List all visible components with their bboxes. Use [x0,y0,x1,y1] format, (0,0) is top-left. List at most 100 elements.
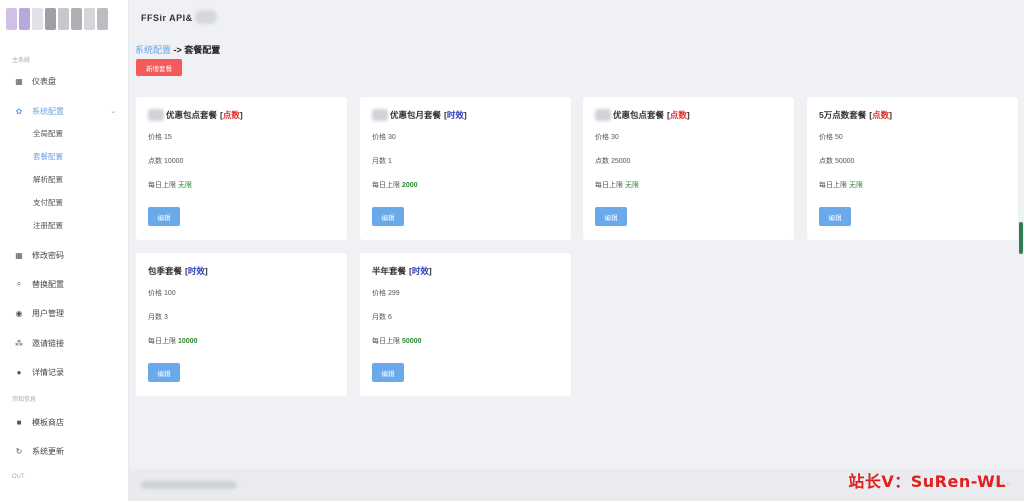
logo [6,8,108,30]
attribute-value: 30 [610,134,619,141]
package-name: 5万点数套餐 [819,110,867,120]
attribute-value: 10000 [163,158,184,165]
package-card-title: 优惠包月套餐[ 时效 ] [372,109,467,121]
bracket-close: ] [686,110,690,120]
package-card-title: 优惠包点套餐[ 点数 ] [595,109,690,121]
sidebar-item-label: 模板商店 [32,417,64,427]
attribute-label: 点数 [595,158,609,165]
redacted-prefix [372,109,388,121]
attribute-value: 无限 [177,182,192,189]
package-card: 包季套餐[ 时效 ] 价格 100 月数 3 每日上限 10000 编辑 [136,253,347,396]
attribute-value: 100 [163,290,176,297]
sidebar-subitem-package-config[interactable]: 套餐配置 [33,149,63,163]
attribute-value: 6 [387,314,392,321]
scrollbar-thumb[interactable] [1019,222,1023,254]
sidebar-subitem-register-config[interactable]: 注册配置 [33,218,63,232]
attribute-value: 10000 [177,338,198,345]
sidebar-item-invite-link[interactable]: ⁂ 邀请链接 [0,334,128,352]
breadcrumb: 系统配置 -> 套餐配置 [135,43,220,56]
package-name: 包季套餐 [148,266,183,276]
redacted-footer-text [141,481,237,489]
attribute-label: 点数 [819,158,833,165]
attribute-value: 50000 [401,338,422,345]
user-icon: ◉ [15,308,23,318]
package-attribute-row: 点数 10000 [148,156,183,166]
package-card: 5万点数套餐[ 点数 ] 价格 50 点数 50000 每日上限 无限 编辑 [807,97,1018,240]
package-attribute-row: 价格 15 [148,132,172,142]
grid-icon: ▦ [15,250,23,260]
topbar: FFSir API& [129,0,1024,36]
attribute-value: 15 [163,134,172,141]
attribute-label: 月数 [372,314,386,321]
gear-icon: ✿ [15,106,23,116]
bag-icon: ■ [16,417,22,427]
sidebar-subitem-parse-config[interactable]: 解析配置 [33,172,63,186]
sidebar-item-detail-records[interactable]: ● 详情记录 [0,363,128,381]
package-attribute-row: 每日上限 无限 [595,180,639,190]
sidebar-item-system-config[interactable]: ✿ 系统配置 ⌄ [0,102,128,120]
edit-package-button[interactable]: 编辑 [372,207,404,226]
sidebar: 主系统 ▦ 仪表盘 ✿ 系统配置 ⌄ 全局配置 套餐配置 解析配置 支付配置 注… [0,0,129,501]
package-attribute-row: 价格 30 [595,132,619,142]
attribute-label: 每日上限 [595,182,623,189]
edit-package-button[interactable]: 编辑 [372,363,404,382]
sidebar-item-change-password[interactable]: ▦ 修改密码 [0,246,128,264]
attribute-label: 价格 [372,134,386,141]
sidebar-item-label: 详情记录 [32,367,64,377]
dashboard-icon: ▦ [15,76,23,86]
sidebar-subitem-global-config[interactable]: 全局配置 [33,126,63,140]
sidebar-item-label: 邀请链接 [32,338,64,348]
attribute-value: 30 [387,134,396,141]
package-name: 优惠包月套餐 [390,110,442,120]
logo-tile [58,8,69,30]
attribute-label: 每日上限 [372,182,400,189]
attribute-value: 25000 [610,158,631,165]
bracket-close: ] [463,110,467,120]
package-attribute-row: 点数 50000 [819,156,854,166]
sidebar-item-dashboard[interactable]: ▦ 仪表盘 [0,72,128,90]
sidebar-item-replace-config[interactable]: ⌕ 替换配置 [0,275,128,293]
package-attribute-row: 月数 3 [148,312,168,322]
logo-tile [84,8,95,30]
attribute-value: 无限 [624,182,639,189]
dot-icon: ● [16,367,22,377]
package-attribute-row: 价格 50 [819,132,843,142]
attribute-label: 月数 [148,314,162,321]
package-attribute-row: 点数 25000 [595,156,630,166]
package-name: 半年套餐 [372,266,407,276]
edit-package-button[interactable]: 编辑 [595,207,627,226]
edit-package-button[interactable]: 编辑 [148,207,180,226]
package-attribute-row: 月数 6 [372,312,392,322]
attribute-value: 50000 [834,158,855,165]
bracket-close: ] [239,110,243,120]
sidebar-subitem-payment-config[interactable]: 支付配置 [33,195,63,209]
package-name: 优惠包点套餐 [613,110,665,120]
sidebar-item-label: 仪表盘 [32,76,56,86]
edit-package-button[interactable]: 编辑 [148,363,180,382]
attribute-label: 点数 [148,158,162,165]
breadcrumb-link[interactable]: 系统配置 [135,45,171,55]
redacted-prefix [595,109,611,121]
logo-tile [19,8,30,30]
attribute-value: 无限 [848,182,863,189]
redacted-title-fragment [195,10,217,24]
logo-tile [45,8,56,30]
add-package-button[interactable]: 新增套餐 [136,59,182,76]
watermark: 站长V：SuRen-WL [848,472,1006,491]
attribute-label: 价格 [595,134,609,141]
attribute-label: 价格 [148,134,162,141]
sidebar-item-template-store[interactable]: ■ 模板商店 [0,413,128,431]
search-icon: ⌕ [16,279,22,288]
package-card-title: 优惠包点套餐[ 点数 ] [148,109,243,121]
edit-package-button[interactable]: 编辑 [819,207,851,226]
attribute-label: 每日上限 [372,338,400,345]
app-title: FFSir API& [141,13,193,23]
package-type-tag: 时效 [446,110,464,120]
package-card: 优惠包点套餐[ 点数 ] 价格 30 点数 25000 每日上限 无限编辑 [583,97,794,240]
group-icon: ⁂ [15,338,23,348]
chevron-down-icon: ⌄ [110,108,116,115]
sidebar-item-system-update[interactable]: ↻ 系统更新 [0,442,128,460]
attribute-label: 月数 [372,158,386,165]
breadcrumb-current: 套餐配置 [184,45,221,55]
sidebar-item-user-management[interactable]: ◉ 用户管理 [0,304,128,322]
